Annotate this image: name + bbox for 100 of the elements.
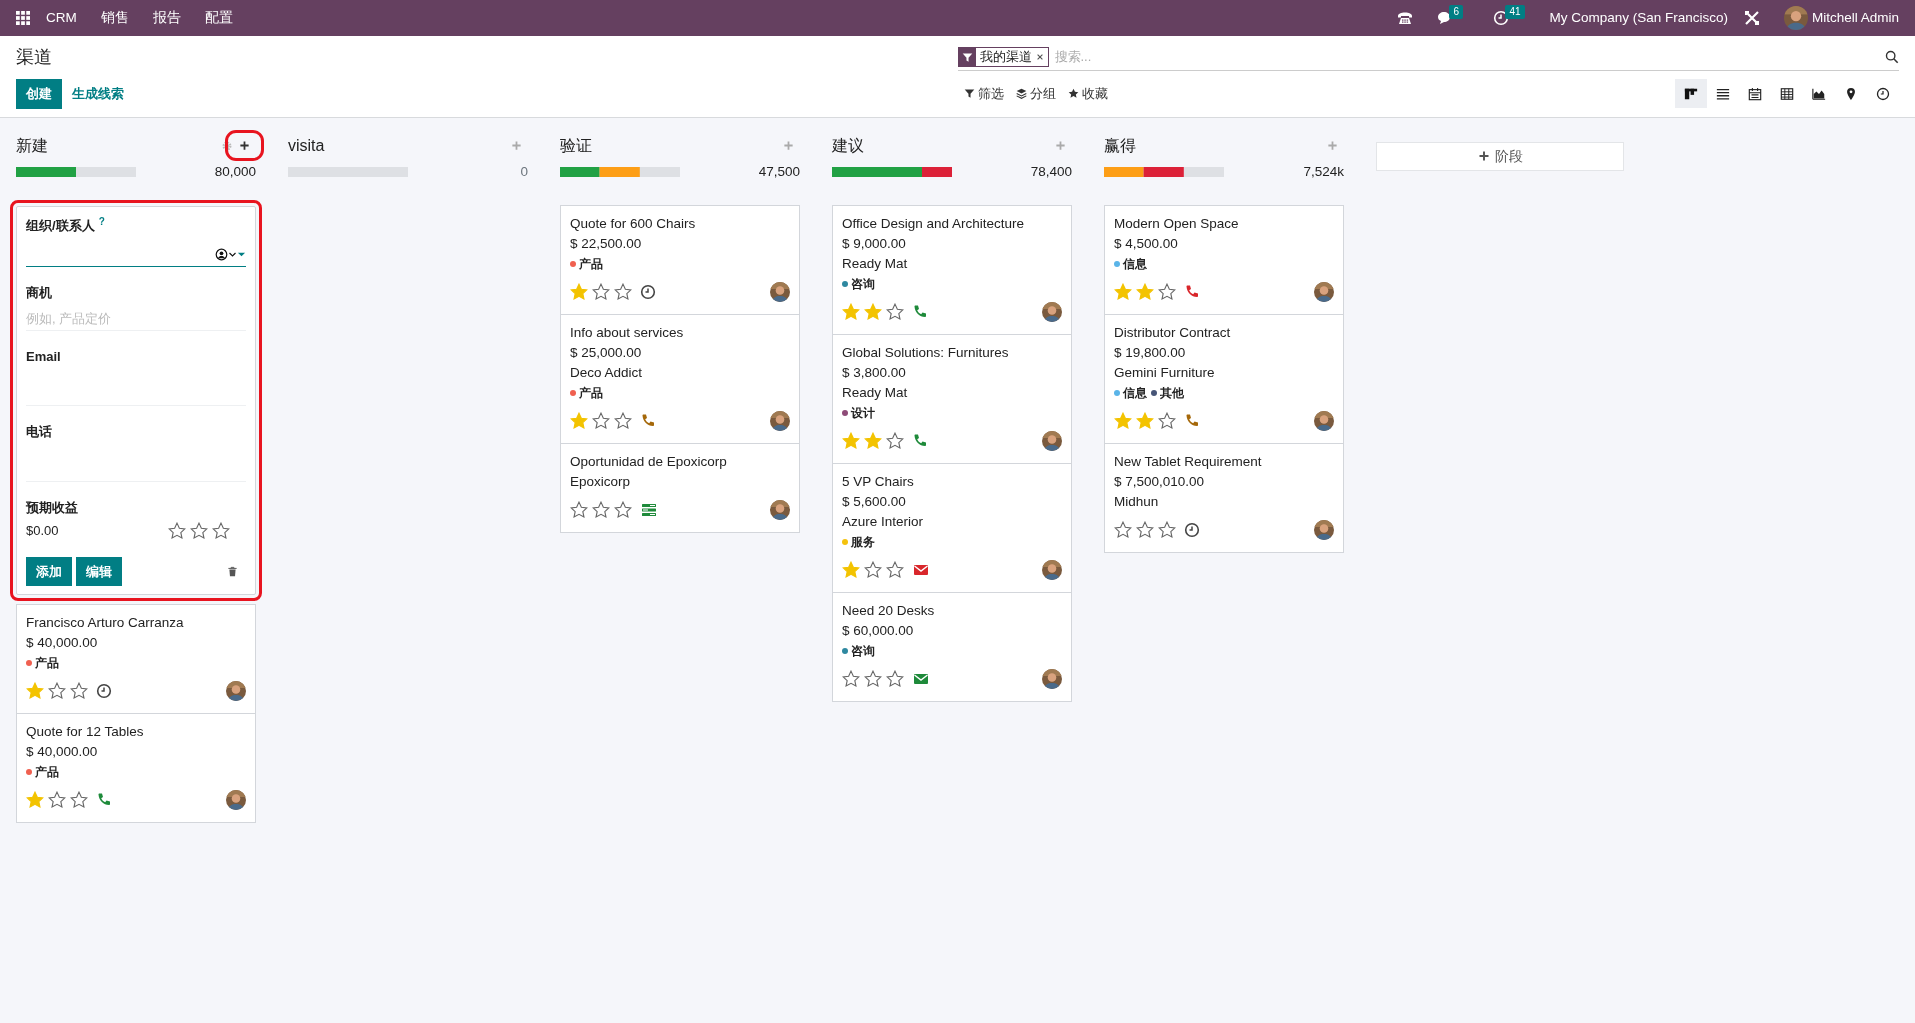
opportunity-card[interactable]: Office Design and Architecture $ 9,000.00 Ready Mat 咨询 <box>832 204 1072 335</box>
star-icon[interactable] <box>1158 411 1176 430</box>
phone-icon[interactable] <box>1184 412 1200 429</box>
star-icon[interactable] <box>592 500 610 519</box>
search-icon[interactable] <box>1885 50 1899 64</box>
star-icon[interactable] <box>48 791 66 810</box>
clock-icon[interactable] <box>96 683 112 700</box>
phone-icon[interactable] <box>1184 283 1200 300</box>
opportunity-card[interactable]: Quote for 12 Tables $ 40,000.00 产品 <box>16 713 256 824</box>
star-icon[interactable] <box>1158 520 1176 539</box>
opportunity-card[interactable]: 5 VP Chairs $ 5,600.00 Azure Interior 服务 <box>832 462 1072 593</box>
form-button[interactable]: 编辑 <box>76 556 122 587</box>
user-circle-icon[interactable] <box>215 248 228 262</box>
card-title: Office Design and Architecture <box>842 214 1026 233</box>
view-button[interactable] <box>1675 79 1707 109</box>
filter-facet[interactable]: 我的渠道 <box>957 47 1049 67</box>
progress-bar[interactable] <box>1104 166 1224 177</box>
plus-icon <box>239 140 250 151</box>
star-icon[interactable] <box>864 560 882 579</box>
star-icon[interactable] <box>886 669 904 688</box>
opportunity-card[interactable]: Modern Open Space $ 4,500.00 信息 <box>1104 204 1344 315</box>
star-icon[interactable] <box>614 500 632 519</box>
star-icon[interactable] <box>1114 282 1132 301</box>
dropdown-button[interactable]: 收藏 <box>1061 82 1114 106</box>
progress-bar[interactable] <box>832 166 952 177</box>
app-name[interactable]: CRM <box>46 7 77 29</box>
star-icon[interactable] <box>842 302 860 321</box>
generate-leads-button[interactable]: 生成线索 <box>66 79 130 109</box>
star-icon[interactable] <box>842 560 860 579</box>
star-icon[interactable] <box>614 282 632 301</box>
star-icon[interactable] <box>1136 411 1154 430</box>
add-stage-button[interactable]: 阶段 <box>1376 141 1624 171</box>
star-icon[interactable] <box>570 282 588 301</box>
star-icon[interactable] <box>1158 282 1176 301</box>
opportunity-card[interactable]: Distributor Contract $ 19,800.00 Gemini Furniture 信息 其他 <box>1104 313 1344 444</box>
dropdown-button[interactable]: 筛选 <box>957 82 1010 106</box>
search-bar[interactable]: 我的渠道 搜索... <box>957 44 1899 71</box>
dropdown-button[interactable]: 分组 <box>1009 82 1062 106</box>
opportunity-card[interactable]: Need 20 Desks $ 60,000.00 咨询 <box>832 591 1072 702</box>
phone-icon[interactable] <box>912 303 928 320</box>
star-icon[interactable] <box>842 431 860 450</box>
card-title: Distributor Contract <box>1114 323 1232 342</box>
phone-icon[interactable] <box>640 412 656 429</box>
star-icon[interactable] <box>26 791 44 810</box>
star-icon[interactable] <box>592 282 610 301</box>
trash-icon[interactable] <box>227 566 238 577</box>
opportunity-card[interactable]: Info about services $ 25,000.00 Deco Addict 产品 <box>560 313 800 444</box>
star-icon[interactable] <box>614 411 632 430</box>
opportunity-card[interactable]: Francisco Arturo Carranza $ 40,000.00 产品 <box>16 604 256 715</box>
menu-item[interactable]: 配置 <box>204 7 233 29</box>
star-icon[interactable] <box>886 560 904 579</box>
field-label: 组织/联系人 <box>26 217 95 233</box>
star-icon[interactable] <box>190 522 208 540</box>
star-icon[interactable] <box>864 302 882 321</box>
menu-icon[interactable] <box>16 11 30 25</box>
customer-name: Midhun <box>1114 492 1160 511</box>
opportunity-card[interactable]: Oportunidad de Epoxicorp Epoxicorp <box>560 442 800 533</box>
star-icon[interactable] <box>1114 520 1132 539</box>
company-switcher[interactable]: My Company (San Francisco) <box>1549 7 1728 29</box>
help-icon[interactable]: ? <box>98 215 105 227</box>
star-icon[interactable] <box>212 522 230 540</box>
clock-icon[interactable] <box>640 283 656 300</box>
column-title: 新建 <box>16 135 48 156</box>
opportunity-card[interactable]: Global Solutions: Furnitures $ 3,800.00 Ready Mat 设计 <box>832 333 1072 464</box>
opportunity-card[interactable]: Quote for 600 Chairs $ 22,500.00 产品 <box>560 204 800 315</box>
star-icon[interactable] <box>864 431 882 450</box>
tag-label: 咨询 <box>851 642 875 660</box>
progress-bar[interactable] <box>16 166 136 177</box>
menu-item[interactable]: 销售 <box>100 7 129 29</box>
star-icon[interactable] <box>1136 282 1154 301</box>
star-icon[interactable] <box>26 682 44 701</box>
phone-icon[interactable] <box>912 432 928 449</box>
close-icon[interactable] <box>1035 53 1044 61</box>
user-menu[interactable]: Mitchell Admin <box>1811 7 1899 29</box>
star-icon[interactable] <box>886 431 904 450</box>
star-icon[interactable] <box>1136 520 1154 539</box>
star-icon[interactable] <box>570 500 588 519</box>
progress-bar[interactable] <box>560 166 680 177</box>
star-icon[interactable] <box>842 669 860 688</box>
menu-item[interactable]: 报告 <box>152 7 181 29</box>
tools-icon[interactable] <box>1743 10 1760 26</box>
form-button[interactable]: 添加 <box>26 556 72 587</box>
star-icon[interactable] <box>70 791 88 810</box>
amount-value: $0.00 <box>26 522 59 541</box>
list-icon[interactable] <box>640 501 658 518</box>
star-icon[interactable] <box>570 411 588 430</box>
field-label: 预期收益 <box>26 498 79 517</box>
desk-phone-icon[interactable] <box>1397 10 1414 26</box>
star-icon[interactable] <box>864 669 882 688</box>
star-icon[interactable] <box>70 682 88 701</box>
gear-icon[interactable] <box>221 139 233 152</box>
card-title: 5 VP Chairs <box>842 472 915 491</box>
create-button[interactable]: 创建 <box>16 79 62 109</box>
star-icon[interactable] <box>592 411 610 430</box>
star-icon[interactable] <box>886 302 904 321</box>
star-icon[interactable] <box>1114 411 1132 430</box>
clock-icon[interactable] <box>1184 521 1200 538</box>
star-icon[interactable] <box>168 522 186 540</box>
opportunity-card[interactable]: New Tablet Requirement $ 7,500,010.00 Midhun <box>1104 442 1344 553</box>
star-icon[interactable] <box>48 682 66 701</box>
